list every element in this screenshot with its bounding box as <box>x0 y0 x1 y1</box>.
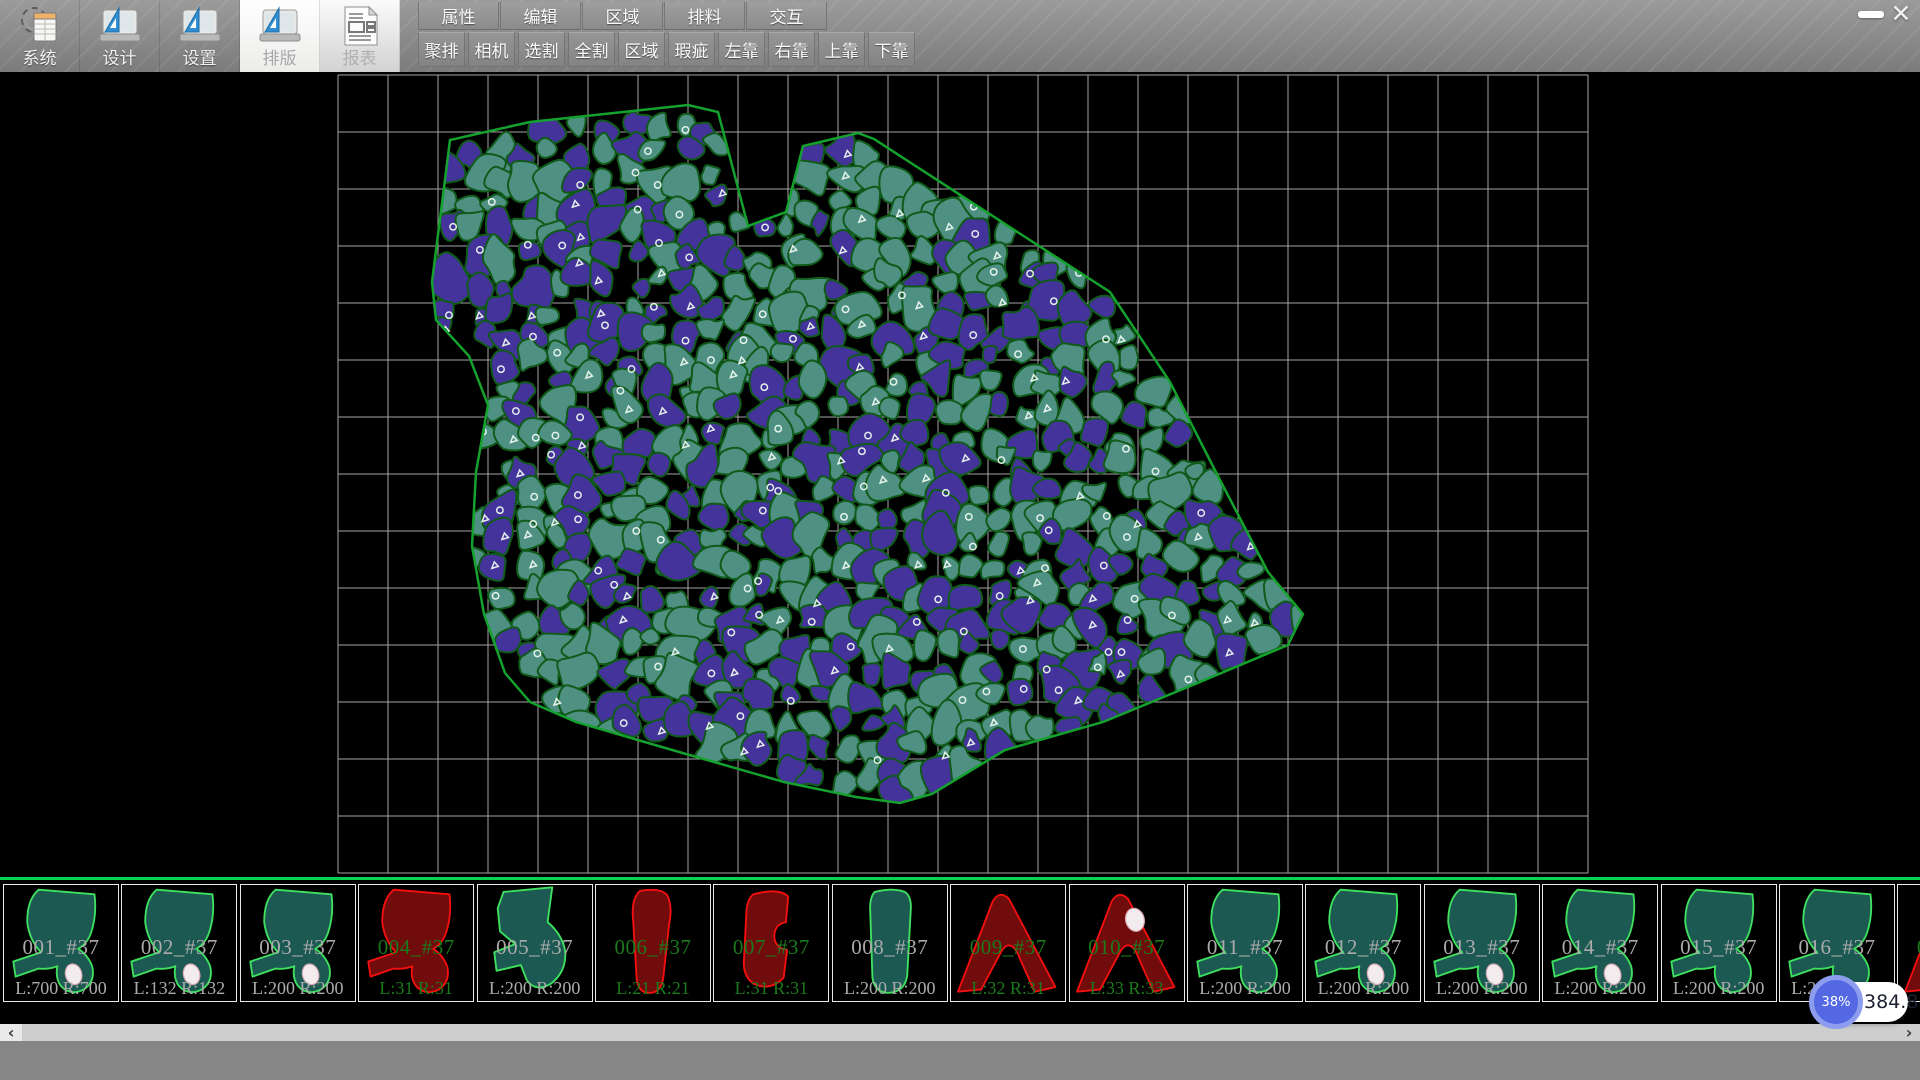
memory-badge[interactable]: 38% 384.8M <box>1812 982 1908 1022</box>
menu-tab-编辑[interactable]: 编辑 <box>500 2 581 30</box>
piece-lr-count: L:700 R:700 <box>4 978 118 999</box>
close-icon: ✕ <box>1891 2 1912 26</box>
minimize-button[interactable] <box>1856 2 1886 26</box>
mode-button-label: 排版 <box>263 49 297 69</box>
piece-lr-count: L:200 R:200 <box>1543 978 1657 999</box>
menu-tab-区域[interactable]: 区域 <box>582 2 663 30</box>
piece-lr-count: L:200 R:200 <box>478 978 592 999</box>
mode-button-报表[interactable]: 报表 <box>320 0 400 72</box>
settings-ruler-icon <box>176 3 224 49</box>
piece-name: 002_#37 <box>122 935 236 960</box>
nesting-ruler-icon <box>256 3 304 49</box>
filmstrip-item-014_#37[interactable]: 014_#37 L:200 R:200 <box>1542 884 1658 1002</box>
action-button-瑕疵[interactable]: 瑕疵 <box>668 32 715 67</box>
piece-name: 003_#37 <box>241 935 355 960</box>
piece-name: 017_#37 <box>1898 935 1920 960</box>
piece-lr-count: L:31 R:31 <box>359 978 473 999</box>
filmstrip-item-013_#37[interactable]: 013_#37 L:200 R:200 <box>1424 884 1540 1002</box>
minimize-icon <box>1858 11 1884 18</box>
piece-name: 005_#37 <box>478 935 592 960</box>
mode-button-设置[interactable]: 设置 <box>160 0 240 72</box>
piece-lr-count: L:200 R:200 <box>1662 978 1776 999</box>
piece-lr-count: L:200 R:200 <box>1188 978 1302 999</box>
piece-lr-count: L:33 R:33 <box>1070 978 1184 999</box>
piece-lr-count: L:200 R:200 <box>241 978 355 999</box>
piece-name: 014_#37 <box>1543 935 1657 960</box>
mode-button-设计[interactable]: 设计 <box>80 0 160 72</box>
scroll-left-arrow[interactable]: ‹ <box>0 1024 22 1041</box>
piece-name: 016_#37 <box>1780 935 1894 960</box>
piece-name: 015_#37 <box>1662 935 1776 960</box>
menu-tab-排料[interactable]: 排料 <box>664 2 745 30</box>
filmstrip-item-007_#37[interactable]: 007_#37 L:31 R:31 <box>713 884 829 1002</box>
mode-button-排版[interactable]: 排版 <box>240 0 320 72</box>
filmstrip-item-015_#37[interactable]: 015_#37 L:200 R:200 <box>1661 884 1777 1002</box>
action-button-聚排[interactable]: 聚排 <box>418 32 465 67</box>
filmstrip-item-006_#37[interactable]: 006_#37 L:21 R:21 <box>595 884 711 1002</box>
action-button-区域[interactable]: 区域 <box>618 32 665 67</box>
piece-lr-count: L:132 R:132 <box>122 978 236 999</box>
action-button-下靠[interactable]: 下靠 <box>868 32 915 67</box>
piece-name: 006_#37 <box>596 935 710 960</box>
piece-name: 011_#37 <box>1188 935 1302 960</box>
piece-lr-count: L:31 R:31 <box>714 978 828 999</box>
piece-name: 008_#37 <box>833 935 947 960</box>
memory-percent-circle: 38% <box>1809 975 1863 1029</box>
piece-lr-count: L:32 R:31 <box>951 978 1065 999</box>
design-ruler-icon <box>96 3 144 49</box>
app-window: 系统设计设置排版报表 属性编辑区域排料交互 聚排相机选割全割区域瑕疵左靠右靠上靠… <box>0 0 1920 1080</box>
filmstrip-item-004_#37[interactable]: 004_#37 L:31 R:31 <box>358 884 474 1002</box>
filmstrip-item-002_#37[interactable]: 002_#37 L:132 R:132 <box>121 884 237 1002</box>
main-mode-buttons: 系统 设计 设置 排版 报表 <box>0 0 400 72</box>
piece-name: 012_#37 <box>1306 935 1420 960</box>
horizontal-scrollbar[interactable]: ‹ › <box>0 1024 1920 1041</box>
piece-name: 013_#37 <box>1425 935 1539 960</box>
piece-name: 010_#37 <box>1070 935 1184 960</box>
memory-amount: 384.8M <box>1864 982 1920 1022</box>
piece-lr-count: L:21 R:21 <box>596 978 710 999</box>
action-button-右靠[interactable]: 右靠 <box>768 32 815 67</box>
menu-tab-属性[interactable]: 属性 <box>418 2 499 30</box>
piece-name: 004_#37 <box>359 935 473 960</box>
close-button[interactable]: ✕ <box>1886 2 1916 26</box>
filmstrip-item-012_#37[interactable]: 012_#37 L:200 R:200 <box>1305 884 1421 1002</box>
status-bar <box>0 1041 1920 1080</box>
action-button-相机[interactable]: 相机 <box>468 32 515 67</box>
nesting-canvas[interactable] <box>0 72 1920 875</box>
memory-percent: 38% <box>1822 995 1851 1010</box>
action-button-全割[interactable]: 全割 <box>568 32 615 67</box>
filmstrip-item-011_#37[interactable]: 011_#37 L:200 R:200 <box>1187 884 1303 1002</box>
mode-button-系统[interactable]: 系统 <box>0 0 80 72</box>
piece-filmstrip: 001_#37 L:700 R:700002_#37 L:132 R:132003_… <box>0 875 1920 1024</box>
report-doc-icon <box>336 3 384 49</box>
menu-tab-交互[interactable]: 交互 <box>746 2 827 30</box>
filmstrip-item-005_#37[interactable]: 005_#37 L:200 R:200 <box>477 884 593 1002</box>
piece-lr-count: L:200 R:200 <box>833 978 947 999</box>
action-button-选割[interactable]: 选割 <box>518 32 565 67</box>
mode-button-label: 报表 <box>343 49 377 69</box>
menu-tab-row: 属性编辑区域排料交互 <box>418 2 828 30</box>
piece-name: 001_#37 <box>4 935 118 960</box>
filmstrip-item-010_#37[interactable]: 010_#37 L:33 R:33 <box>1069 884 1185 1002</box>
window-controls: ✕ <box>1856 2 1916 26</box>
action-button-row: 聚排相机选割全割区域瑕疵左靠右靠上靠下靠 <box>418 32 918 68</box>
action-button-左靠[interactable]: 左靠 <box>718 32 765 67</box>
filmstrip-item-001_#37[interactable]: 001_#37 L:700 R:700 <box>3 884 119 1002</box>
piece-name: 007_#37 <box>714 935 828 960</box>
filmstrip-item-003_#37[interactable]: 003_#37 L:200 R:200 <box>240 884 356 1002</box>
main-toolbar: 系统设计设置排版报表 属性编辑区域排料交互 聚排相机选割全割区域瑕疵左靠右靠上靠… <box>0 0 1920 72</box>
filmstrip-accent-line <box>0 877 1920 880</box>
piece-lr-count: L:200 R:200 <box>1425 978 1539 999</box>
system-gear-icon <box>16 3 64 49</box>
filmstrip-item-008_#37[interactable]: 008_#37 L:200 R:200 <box>832 884 948 1002</box>
filmstrip-item-009_#37[interactable]: 009_#37 L:32 R:31 <box>950 884 1066 1002</box>
piece-lr-count: L:200 R:200 <box>1306 978 1420 999</box>
mode-button-label: 设置 <box>183 49 217 69</box>
action-button-上靠[interactable]: 上靠 <box>818 32 865 67</box>
nested-pieces <box>426 112 1314 817</box>
piece-name: 009_#37 <box>951 935 1065 960</box>
scroll-right-arrow[interactable]: › <box>1898 1024 1920 1041</box>
mode-button-label: 系统 <box>23 49 57 69</box>
mode-button-label: 设计 <box>103 49 137 69</box>
